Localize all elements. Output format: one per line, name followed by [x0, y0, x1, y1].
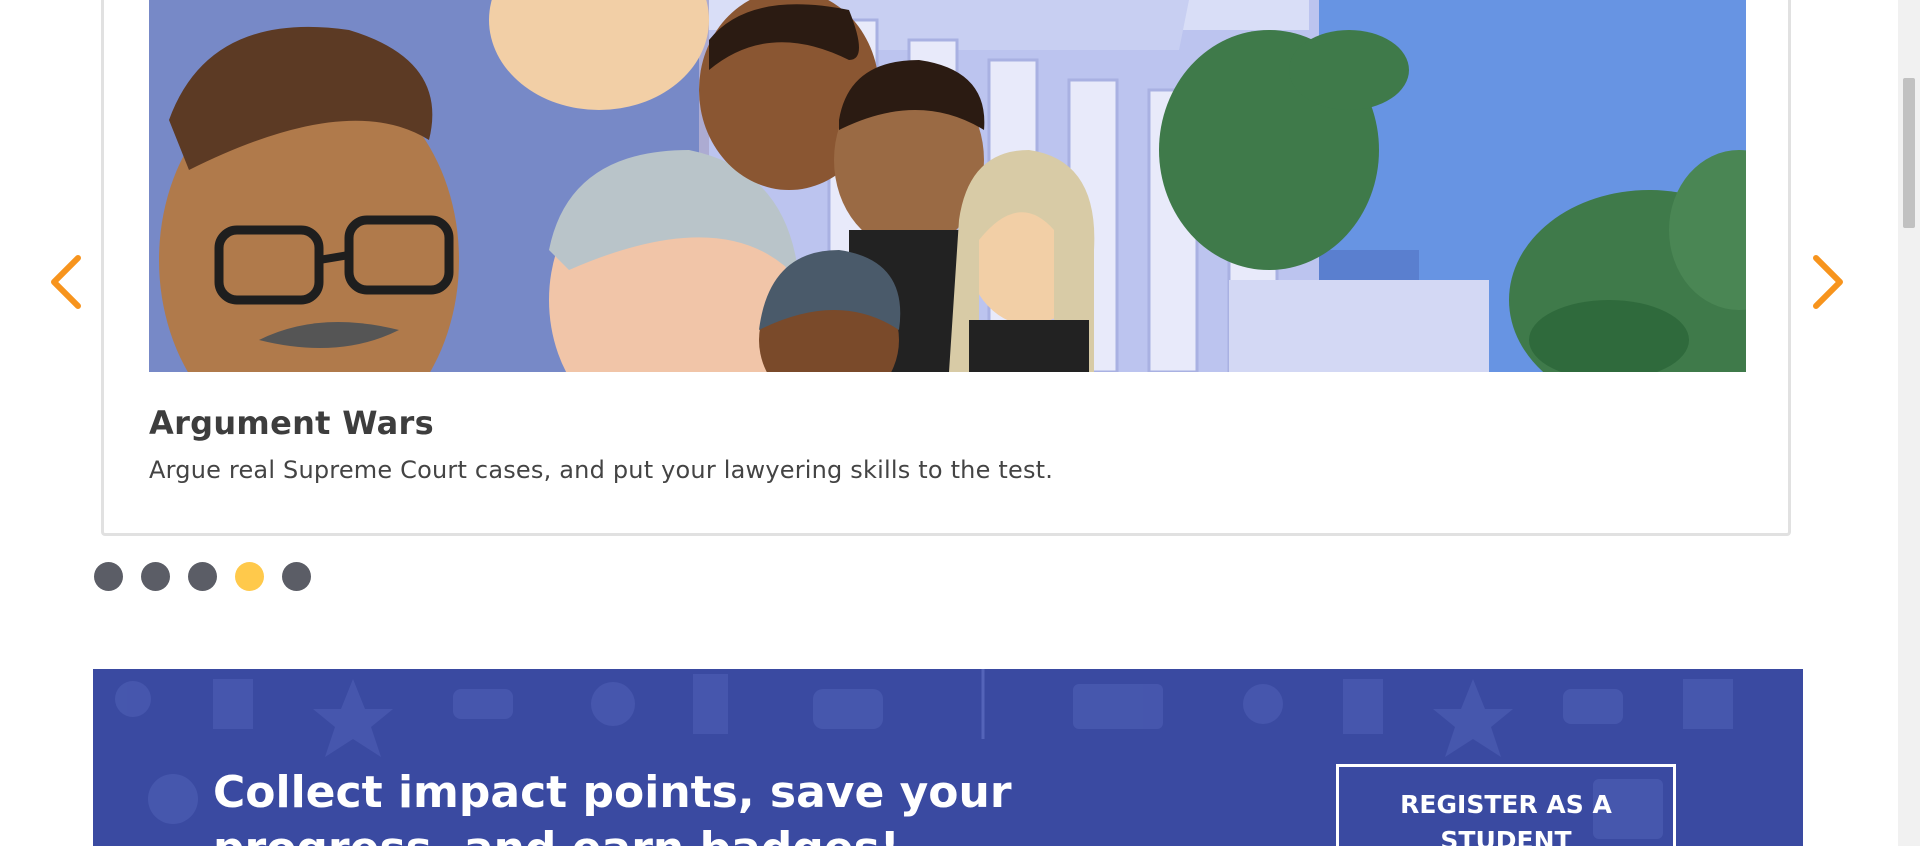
carousel-dot-2[interactable] [141, 562, 170, 591]
scrollbar-thumb[interactable] [1903, 78, 1915, 228]
chevron-right-icon [1813, 255, 1843, 309]
register-as-student-button[interactable]: REGISTER AS A STUDENT [1336, 764, 1676, 846]
chevron-left-icon [51, 255, 81, 309]
carousel-prev-button[interactable] [46, 252, 86, 312]
page-scrollbar[interactable] [1898, 0, 1920, 846]
carousel-pagination [94, 562, 311, 591]
carousel-hero-image[interactable] [149, 0, 1746, 372]
carousel-dot-4-active[interactable] [235, 562, 264, 591]
page: Argument Wars Argue real Supreme Court c… [0, 0, 1898, 846]
carousel-dot-3[interactable] [188, 562, 217, 591]
carousel-dot-1[interactable] [94, 562, 123, 591]
carousel-slide-title: Argument Wars [149, 404, 434, 442]
argument-wars-illustration [149, 0, 1746, 372]
banner-headline: Collect impact points, save your progres… [213, 767, 1012, 846]
carousel-next-button[interactable] [1808, 252, 1848, 312]
carousel-dot-5[interactable] [282, 562, 311, 591]
carousel-slide-description: Argue real Supreme Court cases, and put … [149, 456, 1054, 484]
register-banner: Collect impact points, save your progres… [93, 669, 1803, 846]
